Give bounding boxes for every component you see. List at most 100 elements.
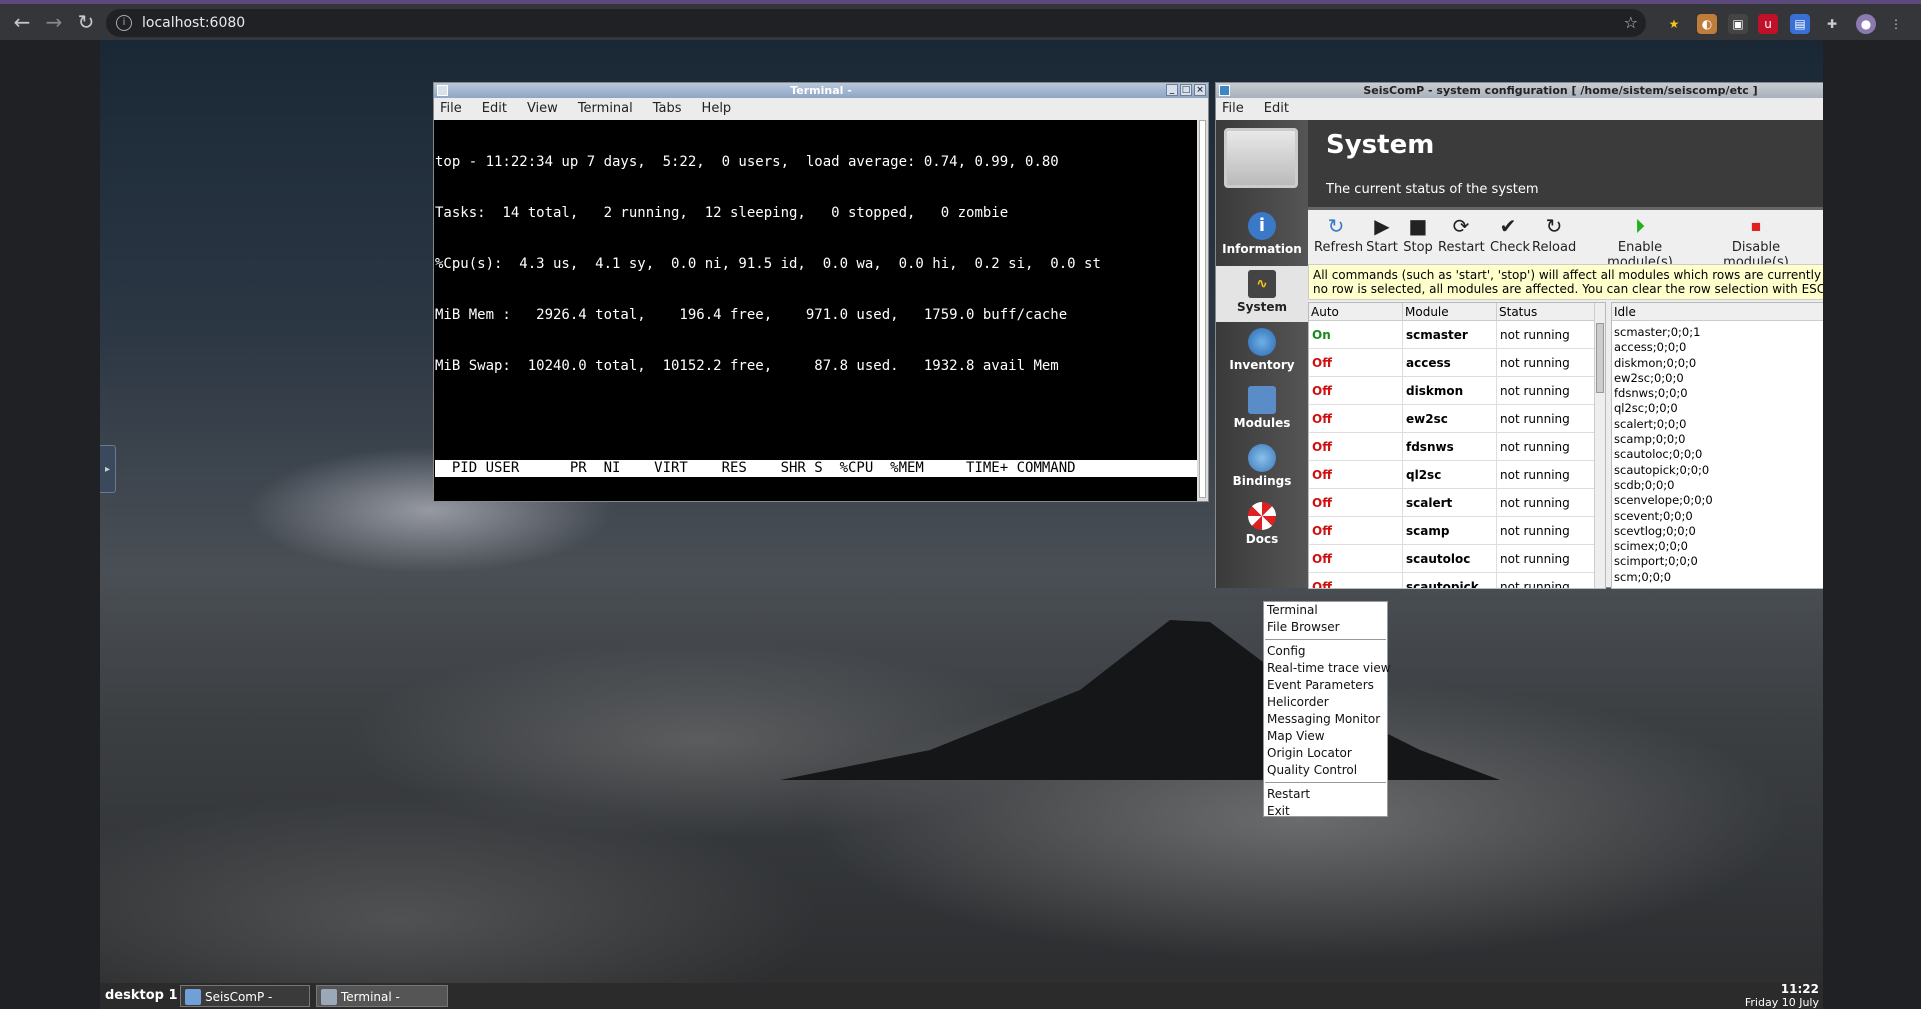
column-header-module[interactable]: Module (1403, 303, 1497, 320)
table-row[interactable]: Off fdsnws not running (1309, 433, 1605, 461)
profile-avatar-icon[interactable]: ● (1856, 14, 1876, 34)
button-label: Refresh (1314, 240, 1364, 255)
log-line: diskmon;0;0;0 (1614, 355, 1697, 370)
menu-item-quality-control[interactable]: Quality Control (1264, 762, 1387, 779)
log-line: scautopick;0;0;0 (1614, 462, 1710, 477)
enable-modules-button[interactable]: ⏵ Enable module(s) (1588, 214, 1692, 270)
puzzle-extensions-icon[interactable]: ✚ (1822, 14, 1842, 34)
address-bar[interactable]: i localhost:6080 ☆ (106, 9, 1646, 37)
back-arrow-icon[interactable]: ← (8, 8, 36, 36)
clock-date: Friday 10 July (1744, 996, 1819, 1009)
sidebar-item-docs[interactable]: Docs (1216, 498, 1308, 554)
auto-cell: Off (1309, 517, 1403, 544)
menu-item-restart[interactable]: Restart (1264, 786, 1387, 803)
menu-item-file-browser[interactable]: File Browser (1264, 619, 1387, 636)
close-icon[interactable]: × (1194, 84, 1206, 96)
table-header: Auto Module Status (1309, 303, 1605, 321)
browser-toolbar: ← → ↻ i localhost:6080 ☆ ★ ◐ ▣ u ▤ ✚ ● ⋮ (0, 0, 1921, 40)
menu-item-terminal[interactable]: Terminal (1264, 602, 1387, 619)
dashlane-icon[interactable]: ▤ (1790, 14, 1810, 34)
refresh-button[interactable]: ↻ Refresh (1314, 214, 1363, 262)
column-header-status[interactable]: Status (1497, 303, 1595, 320)
table-row[interactable]: Off scautopick not running (1309, 573, 1605, 588)
system-monitor-icon: ∿ (1248, 270, 1276, 298)
terminal-screen[interactable]: top - 11:22:34 up 7 days, 5:22, 0 users,… (434, 120, 1197, 501)
task-seiscomp[interactable]: SeisComP - syste... (180, 985, 310, 1007)
screen-extension-icon[interactable]: ▣ (1728, 14, 1748, 34)
menu-item-messaging-monitor[interactable]: Messaging Monitor (1264, 711, 1387, 728)
menu-terminal[interactable]: Terminal (578, 98, 633, 120)
ublock-icon[interactable]: u (1758, 14, 1778, 34)
sidebar-item-bindings[interactable]: Bindings (1216, 440, 1308, 496)
start-button[interactable]: ▶ Start (1366, 214, 1398, 262)
log-line: fdsnws;0;0;0 (1614, 386, 1688, 401)
menu-view[interactable]: View (527, 98, 558, 120)
table-row[interactable]: Off ql2sc not running (1309, 461, 1605, 489)
menu-file[interactable]: File (440, 98, 462, 120)
sidebar-item-information[interactable]: i Information (1216, 208, 1308, 264)
module-cell: ql2sc (1403, 461, 1497, 488)
menu-item-helicorder[interactable]: Helicorder (1264, 694, 1387, 711)
star-extension-icon[interactable]: ★ (1664, 14, 1684, 34)
stop-button[interactable]: ■ Stop (1402, 214, 1434, 262)
seiscomp-task-icon (185, 989, 201, 1005)
menu-help[interactable]: Help (702, 98, 732, 120)
table-row[interactable]: On scmaster not running (1309, 321, 1605, 349)
desktop-switcher[interactable]: desktop 1 (105, 983, 178, 1009)
reload-icon[interactable]: ↻ (72, 8, 100, 36)
menu-edit[interactable]: Edit (482, 98, 507, 120)
check-button[interactable]: ✔ Check (1490, 214, 1530, 262)
task-terminal[interactable]: Terminal - (316, 985, 448, 1007)
seiscomp-app-icon (1219, 85, 1230, 96)
menu-separator (1265, 782, 1386, 783)
table-row[interactable]: Off diskmon not running (1309, 377, 1605, 405)
bookmark-star-icon[interactable]: ☆ (1624, 9, 1638, 37)
menu-item-map-view[interactable]: Map View (1264, 728, 1387, 745)
log-line: scimport;0;0;0 (1614, 554, 1698, 569)
system-header: System The current status of the system (1308, 120, 1823, 210)
column-header-auto[interactable]: Auto (1309, 303, 1403, 320)
kebab-menu-icon[interactable]: ⋮ (1886, 14, 1906, 34)
menu-item-origin-locator[interactable]: Origin Locator (1264, 745, 1387, 762)
clock[interactable]: 11:22 Friday 10 July (1745, 983, 1819, 1009)
info-icon[interactable]: i (116, 15, 132, 31)
table-row[interactable]: Off scamp not running (1309, 517, 1605, 545)
maximize-icon[interactable]: □ (1180, 84, 1192, 96)
seiscomp-titlebar[interactable]: SeisComP - system configuration [ /home/… (1216, 83, 1823, 98)
taskbar: desktop 1 SeisComP - syste... Terminal -… (100, 983, 1823, 1009)
module-cell: diskmon (1403, 377, 1497, 404)
minimize-icon[interactable]: _ (1166, 84, 1178, 96)
sidebar-item-inventory[interactable]: Inventory (1216, 324, 1308, 380)
terminal-titlebar[interactable]: Terminal - _ □ × (434, 83, 1208, 98)
menu-tabs[interactable]: Tabs (653, 98, 682, 120)
module-cell: scautoloc (1403, 545, 1497, 572)
extension-icon[interactable]: ◐ (1697, 14, 1717, 34)
log-line: ew2sc;0;0;0 (1614, 370, 1684, 385)
table-row[interactable]: Off scalert not running (1309, 489, 1605, 517)
menu-edit[interactable]: Edit (1264, 98, 1289, 120)
reload-icon: ↻ (1545, 214, 1563, 238)
novnc-side-tab[interactable]: ▸ (100, 445, 116, 493)
reload-button[interactable]: ↻ Reload (1532, 214, 1576, 262)
sidebar-item-system[interactable]: ∿ System (1216, 266, 1308, 322)
module-table[interactable]: Auto Module Status On scmaster not running… (1308, 302, 1606, 589)
table-scrollbar[interactable] (1594, 303, 1605, 588)
menu-item-config[interactable]: Config (1264, 643, 1387, 660)
task-label: Terminal - (341, 990, 400, 1004)
menu-item-exit[interactable]: Exit (1264, 803, 1387, 820)
menu-file[interactable]: File (1222, 98, 1244, 120)
table-row[interactable]: Off scautoloc not running (1309, 545, 1605, 573)
table-row[interactable]: Off access not running (1309, 349, 1605, 377)
menu-item-event-parameters[interactable]: Event Parameters (1264, 677, 1387, 694)
monitor-icon (1224, 128, 1298, 188)
menu-item-real-time-trace-view[interactable]: Real-time trace view (1264, 660, 1391, 677)
forward-arrow-icon[interactable]: → (40, 8, 68, 36)
checkmark-icon: ✔ (1499, 214, 1517, 238)
log-line: ql2sc;0;0;0 (1614, 401, 1678, 416)
restart-button[interactable]: ⟳ Restart (1438, 214, 1485, 262)
terminal-scrollbar[interactable] (1197, 120, 1208, 501)
disable-modules-button[interactable]: ⏹ Disable module(s) (1702, 214, 1810, 270)
auto-cell: Off (1309, 573, 1403, 588)
sidebar-item-modules[interactable]: Modules (1216, 382, 1308, 438)
table-row[interactable]: Off ew2sc not running (1309, 405, 1605, 433)
